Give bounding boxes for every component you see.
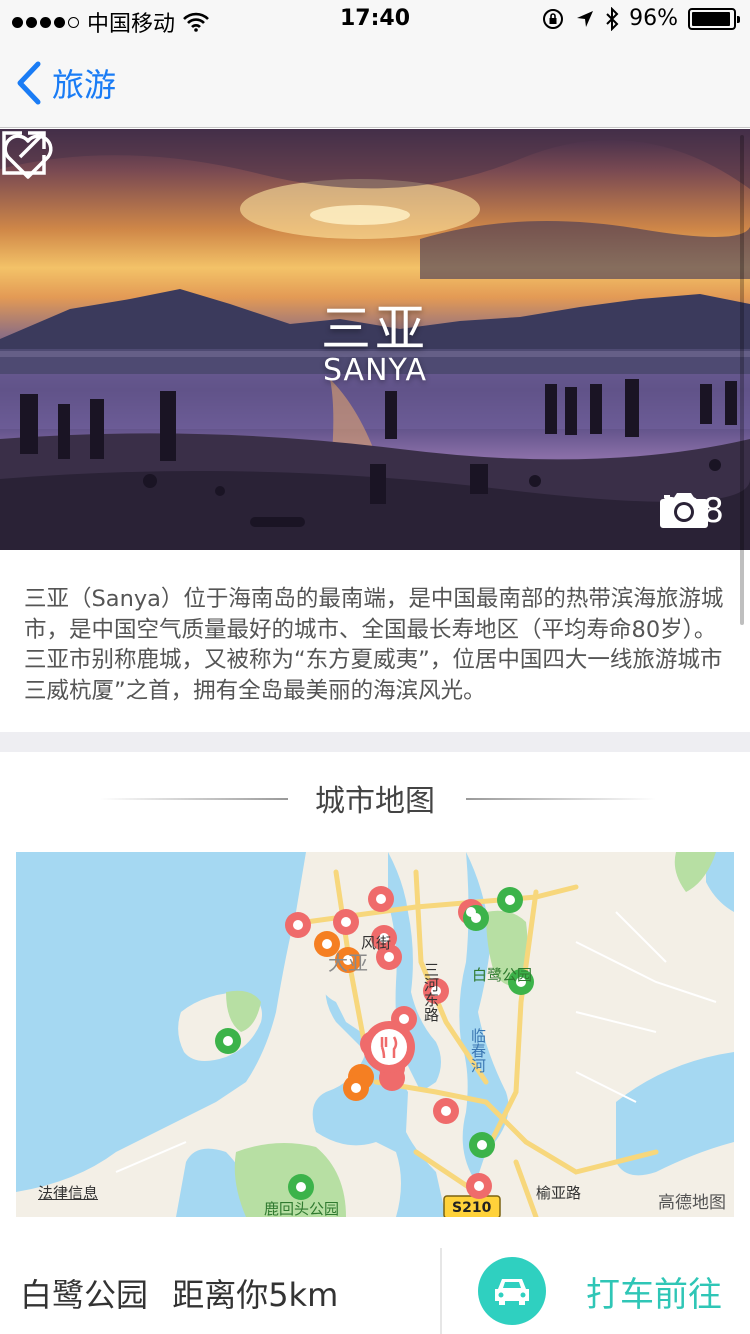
navigation-bar: 旅游 <box>0 40 750 128</box>
city-map[interactable]: 风街 大亚 三河东路 临春河 白鹭公园 鹿回头公园 榆亚路 S210 法律信息 … <box>16 852 734 1217</box>
scroll-indicator <box>740 135 744 625</box>
bottom-divider <box>440 1248 442 1334</box>
map-label-road: 三河东路 <box>422 962 440 1022</box>
map-label-river: 临春河 <box>469 1028 487 1073</box>
car-icon <box>478 1257 546 1325</box>
destination-name: 白鹭公园 <box>20 1276 149 1314</box>
bluetooth-icon <box>606 6 619 31</box>
heading-line-right <box>466 798 656 800</box>
back-button[interactable]: 旅游 <box>14 60 116 106</box>
taxi-label: 打车前往 <box>586 1274 722 1315</box>
legal-info-link[interactable]: 法律信息 <box>38 1182 98 1203</box>
status-bar: 中国移动 17:40 96% <box>0 0 750 40</box>
hero-subtitle: SANYA <box>322 353 428 388</box>
status-right: 96% <box>541 6 740 31</box>
back-label: 旅游 <box>52 66 117 104</box>
map-label-district: 大亚 <box>328 951 368 975</box>
hero-banner[interactable]: 三亚 SANYA 898 <box>0 129 750 550</box>
battery-fill <box>692 11 731 26</box>
destination-info: 白鹭公园 距离你5km <box>20 1270 338 1316</box>
location-arrow-icon <box>577 10 594 27</box>
section-separator <box>0 732 750 752</box>
photo-count-button[interactable]: 898 <box>659 491 724 531</box>
map-label-park-luhuitou: 鹿回头公园 <box>264 1200 340 1217</box>
bottom-bar: 白鹭公园 距离你5km 打车前往 <box>0 1248 750 1334</box>
camera-icon <box>660 493 709 528</box>
city-description: 三亚（Sanya）位于海南岛的最南端，是中国最南部的热带滨海旅游城市，是中国空气… <box>24 586 724 704</box>
map-provider-logo: 高德地图 <box>658 1193 726 1213</box>
battery-icon <box>688 7 740 30</box>
hero-title: 三亚 <box>321 300 429 358</box>
map-label-park: 白鹭公园 <box>472 966 533 984</box>
share-icon[interactable] <box>0 129 48 177</box>
destination-distance: 距离你5km <box>172 1276 339 1314</box>
orientation-lock-icon <box>543 8 564 29</box>
map-canvas <box>16 852 734 1217</box>
chevron-left-icon <box>17 61 41 105</box>
battery-percent: 96% <box>629 6 678 31</box>
taxi-button[interactable]: 打车前往 <box>478 1256 738 1326</box>
map-label-road-yuya: 榆亚路 <box>536 1184 582 1202</box>
map-route-shield: S210 <box>452 1200 492 1216</box>
